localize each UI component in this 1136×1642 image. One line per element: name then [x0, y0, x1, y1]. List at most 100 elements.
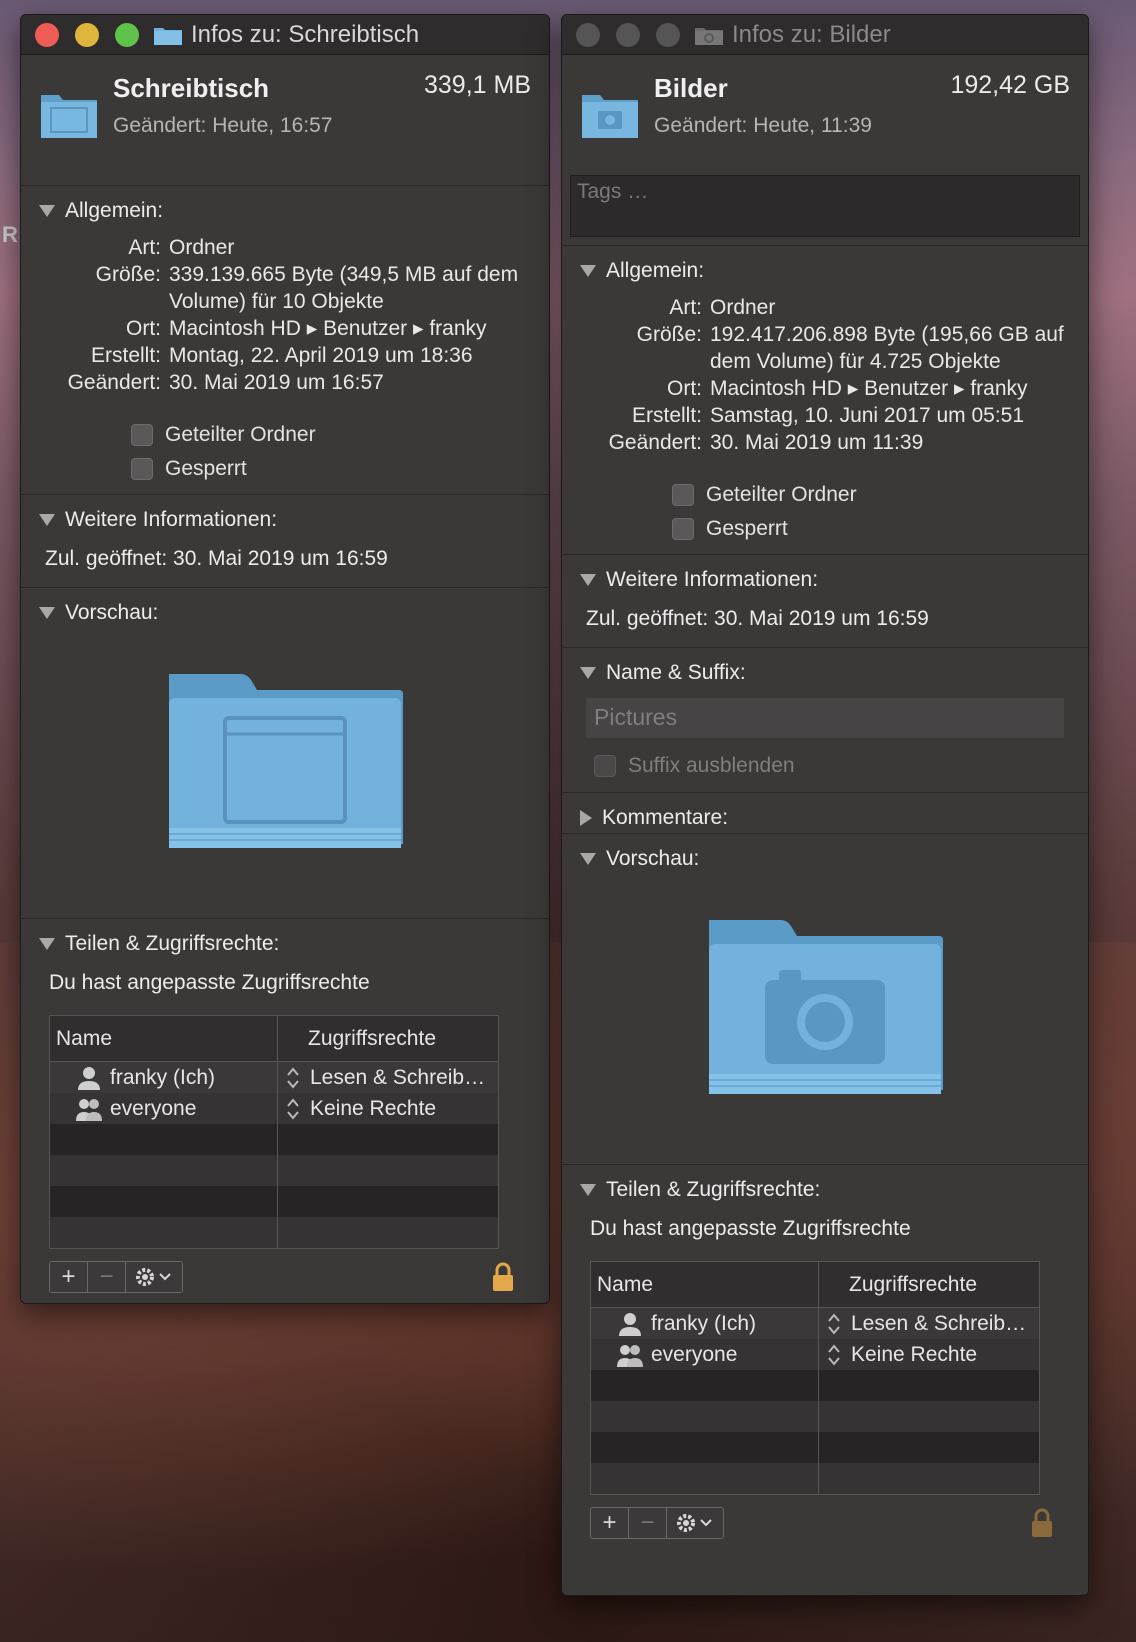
- permissions-status: Du hast angepasste Zugriffsrechte: [590, 1217, 911, 1240]
- general-info: Art: Ordner Größe: 192.417.206.898 Byte (1…: [608, 296, 1064, 454]
- disclosure-triangle-icon[interactable]: [39, 938, 55, 950]
- item-size: 192,42 GB: [950, 71, 1070, 99]
- permissions-table[interactable]: Name Zugriffsrechte franky (Ich) Lesen &…: [49, 1015, 499, 1249]
- desktop-label: R: [2, 222, 18, 247]
- disclosure-triangle-icon[interactable]: [39, 514, 55, 526]
- modified-summary: Geändert: Heute, 16:57: [113, 114, 333, 137]
- add-user-button[interactable]: +: [50, 1262, 88, 1292]
- last-opened: Zul. geöffnet: 30. Mai 2019 um 16:59: [586, 607, 929, 630]
- column-header-name[interactable]: Name: [50, 1016, 278, 1061]
- comments-disclosure[interactable]: Kommentare:: [562, 793, 1088, 833]
- zoom-button[interactable]: [115, 22, 139, 47]
- preview-section: Vorschau:: [562, 833, 1088, 1164]
- table-row-empty: [50, 1217, 498, 1248]
- item-size: 339,1 MB: [423, 71, 531, 99]
- info-header: Bilder Geändert: Heute, 11:39 192,42 GB: [562, 55, 1088, 185]
- table-row[interactable]: everyone Keine Rechte: [591, 1339, 1039, 1370]
- preview-section: Vorschau:: [21, 587, 549, 918]
- stepper-icon[interactable]: [286, 1097, 300, 1120]
- info-window-schreibtisch[interactable]: Infos zu: Schreibtisch Schreibtisch Geän…: [20, 14, 550, 1304]
- disclosure-triangle-icon[interactable]: [580, 853, 596, 865]
- disclosure-triangle-icon[interactable]: [39, 205, 55, 217]
- column-header-rights[interactable]: Zugriffsrechte: [819, 1262, 1039, 1307]
- remove-user-button[interactable]: −: [629, 1508, 667, 1538]
- table-row[interactable]: franky (Ich) Lesen & Schreib…: [591, 1308, 1039, 1339]
- pictures-folder-icon: [694, 24, 724, 46]
- table-row-empty: [50, 1124, 498, 1155]
- permissions-disclosure[interactable]: Teilen & Zugriffsrechte:: [21, 919, 549, 959]
- disclosure-triangle-icon[interactable]: [580, 1184, 596, 1196]
- desktop-folder-preview-icon: [167, 668, 403, 852]
- table-row-empty: [50, 1155, 498, 1186]
- table-row-empty: [591, 1370, 1039, 1401]
- checkbox-icon[interactable]: [672, 518, 694, 540]
- disclosure-triangle-icon[interactable]: [580, 574, 596, 586]
- more-info-section: Weitere Informationen: Zul. geöffnet: 30…: [21, 494, 549, 587]
- user-icon: [617, 1312, 643, 1336]
- shared-folder-checkbox[interactable]: Geteilter Ordner: [131, 418, 549, 452]
- stepper-icon[interactable]: [827, 1343, 841, 1366]
- group-icon: [76, 1097, 102, 1121]
- more-info-disclosure[interactable]: Weitere Informationen:: [562, 555, 1088, 595]
- preview-disclosure[interactable]: Vorschau:: [562, 834, 1088, 874]
- info-window-bilder[interactable]: Infos zu: Bilder Bilder Geändert: Heute,…: [561, 14, 1089, 1596]
- disclosure-triangle-icon[interactable]: [39, 607, 55, 619]
- permissions-status: Du hast angepasste Zugriffsrechte: [49, 971, 370, 994]
- action-menu-button[interactable]: [667, 1508, 723, 1538]
- action-menu-button[interactable]: [126, 1262, 182, 1292]
- disclosure-triangle-icon[interactable]: [580, 265, 596, 277]
- window-title: Infos zu: Schreibtisch: [191, 20, 420, 48]
- minimize-button[interactable]: [616, 22, 640, 47]
- table-row-empty: [591, 1401, 1039, 1432]
- hide-suffix-checkbox[interactable]: Suffix ausblenden: [562, 746, 1088, 792]
- title-bar[interactable]: Infos zu: Bilder: [562, 15, 1088, 55]
- checkbox-icon[interactable]: [594, 755, 616, 777]
- add-user-button[interactable]: +: [591, 1508, 629, 1538]
- checkbox-icon[interactable]: [672, 484, 694, 506]
- general-disclosure[interactable]: Allgemein:: [562, 246, 1088, 286]
- checkbox-icon[interactable]: [131, 424, 153, 446]
- permissions-table[interactable]: Name Zugriffsrechte franky (Ich) Lesen &…: [590, 1261, 1040, 1495]
- permissions-disclosure[interactable]: Teilen & Zugriffsrechte:: [562, 1165, 1088, 1205]
- last-opened: Zul. geöffnet: 30. Mai 2019 um 16:59: [45, 547, 388, 570]
- modified-summary: Geändert: Heute, 11:39: [654, 114, 872, 137]
- lock-icon[interactable]: [491, 1262, 515, 1292]
- permissions-section: Teilen & Zugriffsrechte: Du hast angepas…: [562, 1164, 1088, 1539]
- table-row[interactable]: everyone Keine Rechte: [50, 1093, 498, 1124]
- remove-user-button[interactable]: −: [88, 1262, 126, 1292]
- disclosure-triangle-icon[interactable]: [580, 810, 592, 826]
- permissions-section: Teilen & Zugriffsrechte: Du hast angepas…: [21, 918, 549, 1293]
- column-header-rights[interactable]: Zugriffsrechte: [278, 1016, 498, 1061]
- name-suffix-disclosure[interactable]: Name & Suffix:: [562, 648, 1088, 688]
- shared-folder-checkbox[interactable]: Geteilter Ordner: [672, 478, 1088, 512]
- column-header-name[interactable]: Name: [591, 1262, 819, 1307]
- more-info-disclosure[interactable]: Weitere Informationen:: [21, 495, 549, 535]
- folder-icon: [153, 24, 183, 46]
- general-disclosure[interactable]: Allgemein:: [21, 186, 549, 226]
- table-row[interactable]: franky (Ich) Lesen & Schreib…: [50, 1062, 498, 1093]
- table-row-empty: [50, 1186, 498, 1217]
- locked-checkbox[interactable]: Gesperrt: [672, 512, 1088, 546]
- checkbox-icon[interactable]: [131, 458, 153, 480]
- zoom-button[interactable]: [656, 22, 680, 47]
- stepper-icon[interactable]: [827, 1312, 841, 1335]
- comments-section: Kommentare:: [562, 792, 1088, 833]
- table-row-empty: [591, 1432, 1039, 1463]
- lock-icon[interactable]: [1030, 1508, 1054, 1538]
- general-section: Allgemein: Art: Ordner Größe: 192.417.206.…: [562, 245, 1088, 554]
- more-info-section: Weitere Informationen: Zul. geöffnet: 30…: [562, 554, 1088, 647]
- close-button[interactable]: [576, 22, 600, 47]
- name-field[interactable]: Pictures: [586, 698, 1064, 738]
- info-header: Schreibtisch Geändert: Heute, 16:57 339,…: [21, 55, 549, 185]
- window-title: Infos zu: Bilder: [732, 20, 891, 48]
- disclosure-triangle-icon[interactable]: [580, 667, 596, 679]
- title-bar[interactable]: Infos zu: Schreibtisch: [21, 15, 549, 55]
- general-info: Art: Ordner Größe: 339.139.665 Byte (349,5…: [67, 236, 519, 394]
- close-button[interactable]: [35, 22, 59, 47]
- minimize-button[interactable]: [75, 22, 99, 47]
- group-icon: [617, 1343, 643, 1367]
- locked-checkbox[interactable]: Gesperrt: [131, 452, 549, 486]
- stepper-icon[interactable]: [286, 1066, 300, 1089]
- pictures-folder-preview-icon: [707, 914, 943, 1098]
- preview-disclosure[interactable]: Vorschau:: [21, 588, 549, 628]
